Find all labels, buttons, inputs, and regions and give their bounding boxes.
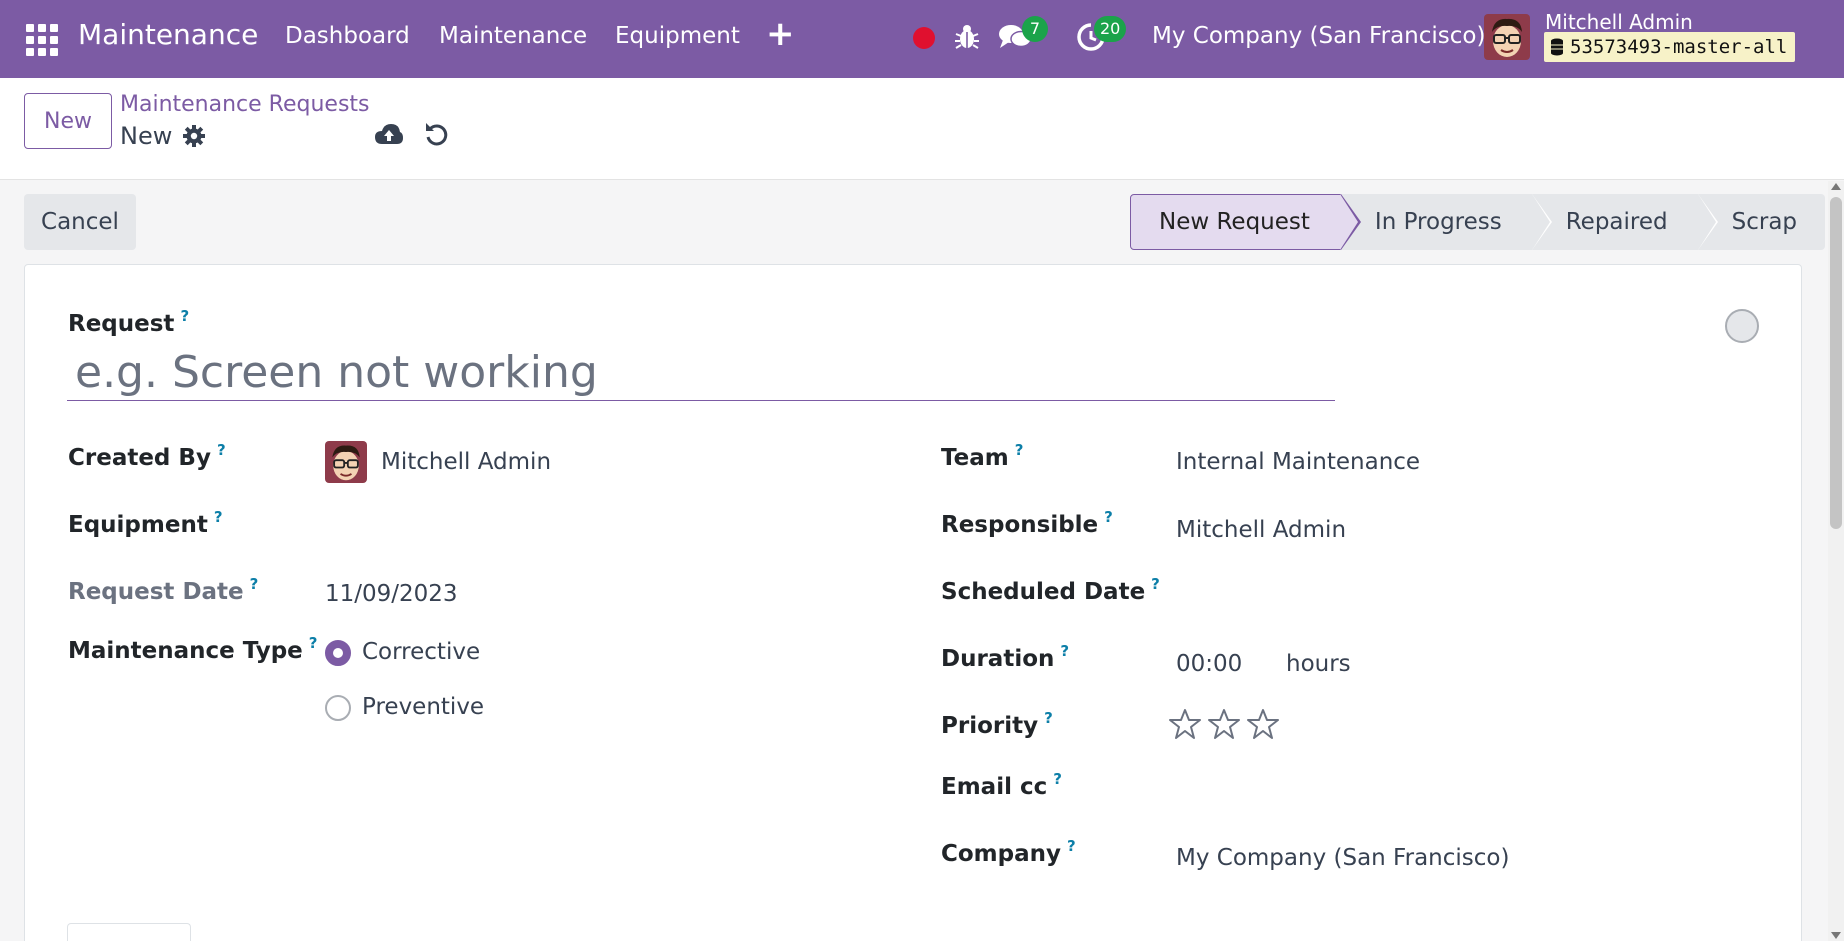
responsible-label: Responsible? [941,508,1113,538]
stage-label: Repaired [1565,209,1668,235]
help-tooltip-icon[interactable]: ? [1067,837,1076,855]
scheduled-date-label: Scheduled Date? [941,575,1160,605]
control-panel: New Maintenance Requests New [0,78,1844,180]
nav-dashboard[interactable]: Dashboard [285,23,410,49]
new-button[interactable]: New [24,93,112,149]
company-label: Company? [941,837,1076,867]
help-tooltip-icon[interactable]: ? [180,307,189,325]
database-name: 53573493-master-all [1570,36,1788,58]
scroll-up-arrow-icon[interactable] [1831,183,1841,190]
team-label: Team? [941,441,1024,471]
help-tooltip-icon[interactable]: ? [1053,770,1062,788]
help-tooltip-icon[interactable]: ? [1104,508,1113,526]
request-date-value: 11/09/2023 [325,581,458,607]
corrective-radio[interactable] [325,640,351,666]
priority-label: Priority? [941,709,1053,739]
app-menu-grid-icon[interactable] [26,24,58,56]
company-value[interactable]: My Company (San Francisco) [1176,845,1509,871]
stage-in-progress[interactable]: In Progress [1340,194,1552,250]
maintenance-type-label: Maintenance Type? [68,634,318,664]
top-navbar: Maintenance Dashboard Maintenance Equipm… [0,0,1844,78]
gear-icon[interactable] [182,124,206,148]
corrective-option-label[interactable]: Corrective [362,639,480,665]
user-avatar[interactable] [1484,14,1530,60]
stage-label: New Request [1159,209,1310,235]
help-tooltip-icon[interactable]: ? [309,634,318,652]
scroll-down-arrow-icon[interactable] [1831,932,1841,939]
stage-label: In Progress [1374,209,1502,235]
help-tooltip-icon[interactable]: ? [1151,575,1160,593]
company-switcher[interactable]: My Company (San Francisco) [1152,23,1485,49]
request-date-label: Request Date? [68,575,259,605]
request-label: Request? [68,307,190,337]
breadcrumb-current: New [120,122,173,150]
cancel-button[interactable]: Cancel [24,194,136,250]
scheduled-date-field[interactable] [1176,581,1736,611]
equipment-label: Equipment? [68,508,223,538]
kanban-state-indicator[interactable] [1725,309,1759,343]
activities-count-badge: 20 [1094,16,1127,42]
scrollbar-thumb[interactable] [1830,197,1842,529]
nav-maintenance[interactable]: Maintenance [439,23,587,49]
vertical-scrollbar[interactable] [1828,181,1844,941]
responsible-value[interactable]: Mitchell Admin [1176,517,1346,543]
duration-label: Duration? [941,642,1070,672]
stage-new-request[interactable]: New Request [1130,194,1361,250]
created-by-avatar [325,441,367,483]
breadcrumb-maintenance-requests[interactable]: Maintenance Requests [120,92,370,117]
preventive-radio[interactable] [325,695,351,721]
help-tooltip-icon[interactable]: ? [1015,441,1024,459]
record-icon[interactable] [913,27,935,49]
stage-repaired[interactable]: Repaired [1531,194,1718,250]
preventive-option-label[interactable]: Preventive [362,694,484,720]
stage-statusbar: New Request In Progress Repaired Scrap [1130,194,1826,250]
messages-count-badge: 7 [1022,16,1048,42]
discard-undo-icon[interactable] [424,120,450,148]
save-cloud-upload-icon[interactable] [374,122,404,148]
email-cc-label: Email cc? [941,770,1062,800]
duration-unit: hours [1286,651,1351,677]
duration-input[interactable]: 00:00 [1176,651,1242,677]
quick-create-plus-icon[interactable]: + [766,14,795,54]
request-title-input[interactable] [67,345,1335,401]
help-tooltip-icon[interactable]: ? [1060,642,1069,660]
user-name[interactable]: Mitchell Admin [1545,10,1693,34]
priority-star-icon[interactable] [1207,707,1241,741]
notebook-tab[interactable] [67,923,191,941]
database-icon [1551,38,1563,56]
help-tooltip-icon[interactable]: ? [217,441,226,459]
priority-star-icon[interactable] [1246,707,1280,741]
form-sheet: Request? Created By? Mitchell Admin Equi… [24,264,1802,941]
created-by-value[interactable]: Mitchell Admin [381,449,551,475]
app-name[interactable]: Maintenance [78,18,258,51]
stage-label: Scrap [1731,209,1798,235]
debug-bug-icon[interactable] [954,22,980,52]
created-by-label: Created By? [68,441,226,471]
help-tooltip-icon[interactable]: ? [250,575,259,593]
nav-equipment[interactable]: Equipment [615,23,740,49]
help-tooltip-icon[interactable]: ? [1044,709,1053,727]
email-cc-field[interactable] [1176,777,1736,807]
help-tooltip-icon[interactable]: ? [214,508,223,526]
team-value[interactable]: Internal Maintenance [1176,449,1420,475]
equipment-field[interactable] [325,515,885,545]
database-name-badge: 53573493-master-all [1544,32,1796,62]
priority-star-icon[interactable] [1168,707,1202,741]
